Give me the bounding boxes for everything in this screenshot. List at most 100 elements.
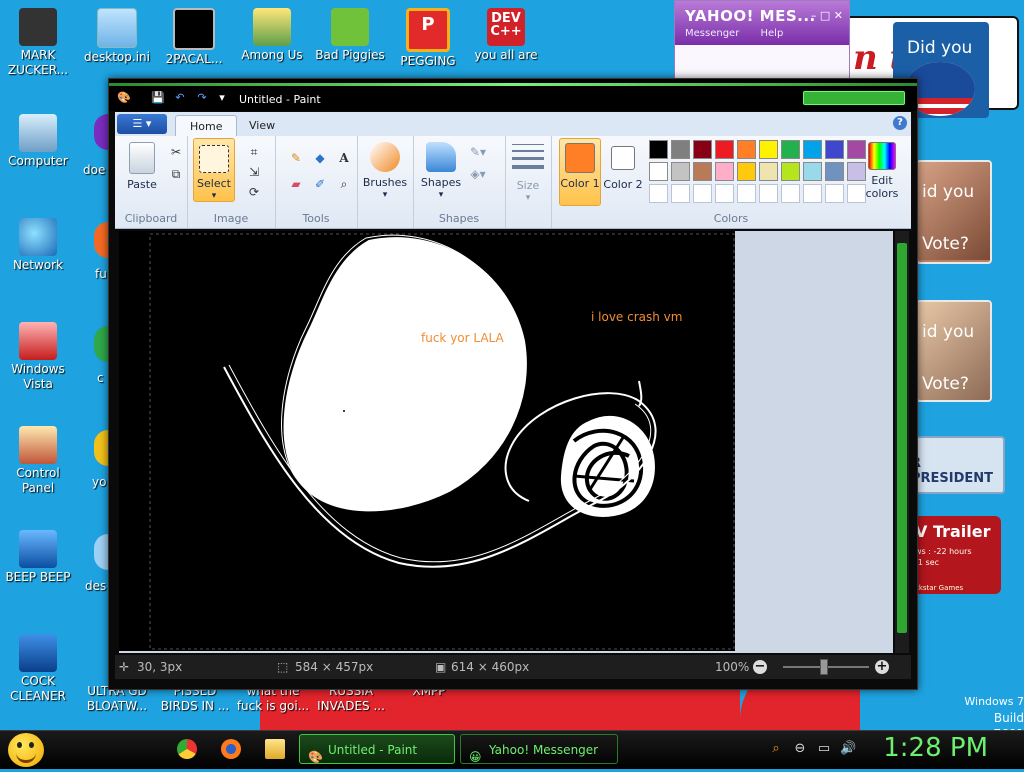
magnifier-icon[interactable]: ⌕ <box>333 174 355 194</box>
edit-colors-button[interactable]: Edit colors <box>857 142 907 200</box>
custom-color-slot[interactable] <box>825 184 844 203</box>
taskbar-item-yahoo[interactable]: 😀 Yahoo! Messenger <box>460 734 618 764</box>
desktop-icon-cock-cleaner[interactable]: COCK CLEANER <box>2 634 74 704</box>
help-icon[interactable]: ? <box>893 116 907 130</box>
eraser-icon[interactable]: ▰ <box>285 174 307 194</box>
color1-button[interactable]: Color 1 <box>559 138 601 206</box>
size-button[interactable]: Size ▾ <box>511 144 545 205</box>
desktop-icon-mark-zucker[interactable]: MARK ZUCKER... <box>2 8 74 78</box>
desktop-icon-pegging[interactable]: P PEGGING <box>392 8 464 69</box>
color-swatch[interactable] <box>693 162 712 181</box>
color-swatch[interactable] <box>803 162 822 181</box>
custom-color-slot[interactable] <box>737 184 756 203</box>
cut-icon[interactable]: ✂ <box>165 142 187 162</box>
folder-icon[interactable] <box>265 739 285 759</box>
color-swatch[interactable] <box>737 162 756 181</box>
fill-bucket-icon[interactable]: ◆ <box>309 148 331 168</box>
desktop-icon-you-all-are[interactable]: DEV C++ you all are <box>470 8 542 63</box>
custom-color-slot[interactable] <box>715 184 734 203</box>
scrollbar-thumb[interactable] <box>897 243 907 633</box>
desktop-icon-control-panel[interactable]: Control Panel <box>2 426 74 496</box>
color-swatch[interactable] <box>803 140 822 159</box>
color-swatch[interactable] <box>715 140 734 159</box>
zoom-in-button[interactable]: + <box>875 660 889 674</box>
desktop-icon-2pacal[interactable]: 2PACAL... <box>158 8 230 67</box>
color2-button[interactable]: Color 2 <box>603 138 643 204</box>
pencil-icon[interactable]: ✎ <box>285 148 307 168</box>
desktop-icon-among-us[interactable]: Among Us <box>236 8 308 63</box>
custom-color-slot[interactable] <box>693 184 712 203</box>
drawing-canvas[interactable]: fuck yor LALA i love crash vm <box>119 231 735 651</box>
color-swatch[interactable] <box>781 162 800 181</box>
yahoo-menu-help[interactable]: Help <box>761 28 784 39</box>
yahoo-messenger-window[interactable]: YAHOO! MES... – □ ✕ Messenger Help <box>674 0 850 80</box>
color-swatch[interactable] <box>649 140 668 159</box>
desktop-icon-windows-vista[interactable]: Windows Vista <box>2 322 74 392</box>
paint-app-icon[interactable]: 🎨 <box>117 91 131 105</box>
crop-icon[interactable]: ⌗ <box>243 142 265 162</box>
search-tray-icon[interactable]: ⌕ <box>768 741 784 757</box>
color-swatch[interactable] <box>759 162 778 181</box>
firefox-icon[interactable] <box>221 739 241 759</box>
desktop-icon-network[interactable]: Network <box>2 218 74 273</box>
color-swatch[interactable] <box>649 162 668 181</box>
color-picker-icon[interactable]: ✐ <box>309 174 331 194</box>
color-swatch[interactable] <box>781 140 800 159</box>
tab-view[interactable]: View <box>235 115 289 136</box>
vertical-scrollbar[interactable] <box>895 231 909 653</box>
save-icon[interactable]: 💾 <box>151 91 165 105</box>
color-swatch[interactable] <box>671 140 690 159</box>
redo-icon[interactable]: ↷ <box>195 91 209 105</box>
undo-icon[interactable]: ↶ <box>173 91 187 105</box>
custom-color-slot[interactable] <box>649 184 668 203</box>
computer-icon <box>19 114 57 152</box>
shapes-button[interactable]: Shapes ▾ <box>417 142 465 202</box>
customize-quick-access-icon[interactable]: ▾ <box>215 91 229 105</box>
chrome-icon[interactable] <box>177 739 197 759</box>
paste-button[interactable]: Paste <box>123 142 161 191</box>
text-tool-icon[interactable]: A <box>333 148 355 168</box>
vote-text-3: Vote? <box>922 374 969 394</box>
zoom-out-button[interactable]: − <box>753 660 767 674</box>
custom-color-slot[interactable] <box>759 184 778 203</box>
color-swatch[interactable] <box>825 162 844 181</box>
start-button-smiley-icon[interactable] <box>8 733 44 767</box>
color-swatch[interactable] <box>715 162 734 181</box>
taskbar-item-paint[interactable]: 🎨 Untitled - Paint <box>299 734 455 764</box>
outline-icon[interactable]: ✎▾ <box>467 142 489 162</box>
desktop-icon-desktop-ini[interactable]: desktop.ini <box>81 8 153 65</box>
color-swatch[interactable] <box>693 140 712 159</box>
volume-icon[interactable]: 🔊 <box>840 741 856 757</box>
paint-window[interactable]: 🎨 💾 ↶ ↷ ▾ Untitled - Paint ☰ ▾ Home View… <box>108 78 918 690</box>
color-swatch[interactable] <box>737 140 756 159</box>
paint-titlebar[interactable]: 🎨 💾 ↶ ↷ ▾ Untitled - Paint <box>109 79 917 111</box>
copy-icon[interactable]: ⧉ <box>165 164 187 184</box>
desktop-icon-beep-beep[interactable]: BEEP BEEP <box>2 530 74 585</box>
yahoo-titlebar[interactable]: YAHOO! MES... – □ ✕ Messenger Help <box>675 1 849 45</box>
color-swatch[interactable] <box>671 162 690 181</box>
custom-color-slot[interactable] <box>671 184 690 203</box>
color-swatch[interactable] <box>825 140 844 159</box>
did-you-vote-tile-2: id you Vote? <box>916 160 992 264</box>
paint-menu-button[interactable]: ☰ ▾ <box>117 114 167 134</box>
resize-icon[interactable]: ⇲ <box>243 162 265 182</box>
custom-color-slot[interactable] <box>803 184 822 203</box>
clock[interactable]: 1:28 PM <box>883 733 988 763</box>
window-control-buttons[interactable] <box>803 91 905 105</box>
zoom-slider-thumb[interactable] <box>820 659 828 675</box>
brushes-button[interactable]: Brushes ▾ <box>361 142 409 202</box>
select-button[interactable]: Select ▾ <box>193 138 235 202</box>
rotate-icon[interactable]: ⟳ <box>243 182 265 202</box>
fill-icon[interactable]: ◈▾ <box>467 164 489 184</box>
yahoo-menu-messenger[interactable]: Messenger <box>685 28 739 39</box>
yahoo-window-controls[interactable]: – □ ✕ <box>811 9 843 22</box>
tab-home[interactable]: Home <box>175 115 238 137</box>
brush-icon <box>370 142 400 172</box>
canvas-size: 614 × 460px <box>451 660 530 674</box>
network-tray-icon[interactable]: ▭ <box>816 741 832 757</box>
minus-tray-icon[interactable]: ⊖ <box>792 741 808 757</box>
color-swatch[interactable] <box>759 140 778 159</box>
desktop-icon-computer[interactable]: Computer <box>2 114 74 169</box>
desktop-icon-bad-piggies[interactable]: Bad Piggies <box>314 8 386 63</box>
custom-color-slot[interactable] <box>781 184 800 203</box>
